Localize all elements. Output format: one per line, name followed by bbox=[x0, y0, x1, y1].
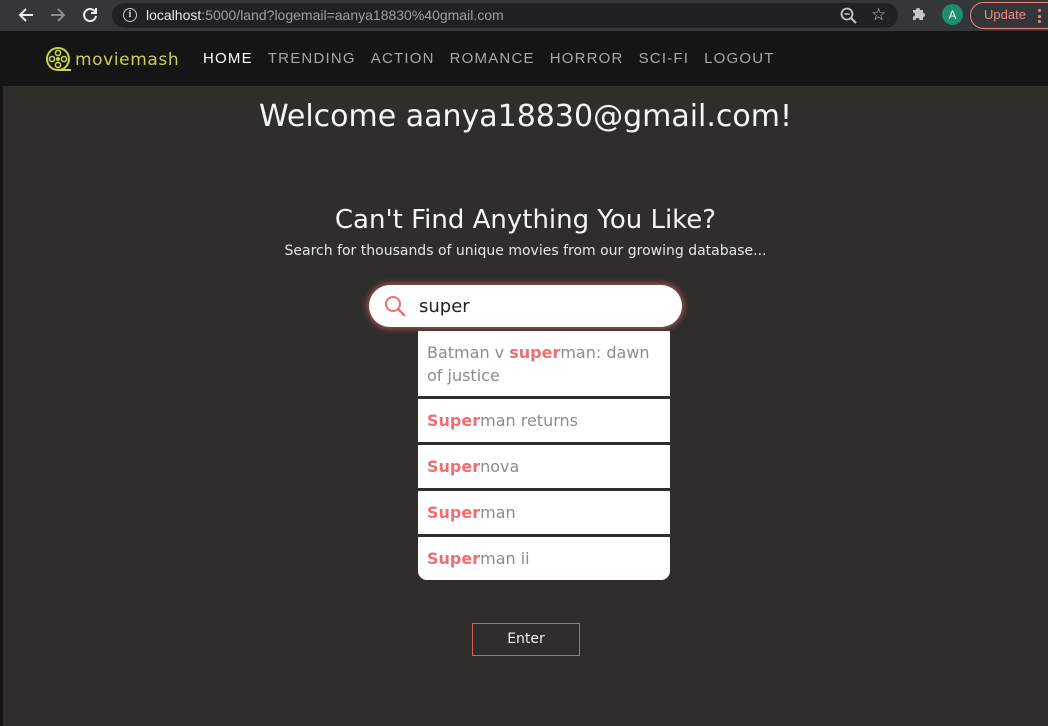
address-bar[interactable]: i localhost:5000/land?logemail=aanya1883… bbox=[112, 3, 898, 28]
welcome-heading: Welcome aanya18830@gmail.com! bbox=[258, 99, 793, 134]
suggestion-item[interactable]: Superman bbox=[418, 491, 670, 537]
search-subheading: Search for thousands of unique movies fr… bbox=[284, 243, 767, 259]
nav-trending[interactable]: TRENDING bbox=[268, 50, 356, 67]
main-menu: HOME TRENDING ACTION ROMANCE HORROR SCI-… bbox=[203, 50, 790, 67]
search-icon bbox=[385, 296, 406, 317]
nav-horror[interactable]: HORROR bbox=[550, 50, 624, 67]
forward-arrow-icon[interactable] bbox=[46, 4, 70, 26]
match-highlight: Super bbox=[427, 549, 481, 568]
suggestion-item[interactable]: Supernova bbox=[418, 445, 670, 491]
match-highlight: Super bbox=[427, 457, 481, 476]
nav-logout[interactable]: LOGOUT bbox=[704, 50, 775, 67]
site-navbar: moviemash HOME TRENDING ACTION ROMANCE H… bbox=[3, 31, 1048, 86]
suggestion-item[interactable]: Superman ii bbox=[418, 537, 670, 580]
back-arrow-icon[interactable] bbox=[14, 4, 38, 26]
suggestion-item[interactable]: Superman returns bbox=[418, 399, 670, 445]
suggestion-item[interactable]: Batman v superman: dawn of justice bbox=[418, 331, 670, 399]
search-box[interactable] bbox=[369, 285, 682, 327]
nav-action[interactable]: ACTION bbox=[371, 50, 435, 67]
search-input[interactable] bbox=[419, 293, 669, 319]
match-highlight: Super bbox=[427, 411, 481, 430]
autocomplete-list: Batman v superman: dawn of justice Super… bbox=[418, 331, 670, 580]
bookmark-star-icon[interactable]: ☆ bbox=[871, 4, 886, 26]
site-logo[interactable]: moviemash bbox=[45, 46, 179, 74]
enter-button[interactable]: Enter bbox=[472, 623, 580, 656]
reload-icon[interactable] bbox=[78, 4, 102, 26]
match-highlight: super bbox=[509, 343, 561, 362]
address-url[interactable]: localhost:5000/land?logemail=aanya18830%… bbox=[146, 7, 504, 23]
nav-home[interactable]: HOME bbox=[203, 50, 253, 67]
browser-toolbar: i localhost:5000/land?logemail=aanya1883… bbox=[0, 0, 1048, 31]
site-info-icon[interactable]: i bbox=[123, 8, 137, 22]
match-highlight: Super bbox=[427, 503, 481, 522]
logo-text: moviemash bbox=[75, 50, 180, 70]
nav-sci-fi[interactable]: SCI-FI bbox=[639, 50, 690, 67]
profile-avatar[interactable]: A bbox=[942, 4, 963, 25]
film-reel-icon bbox=[46, 47, 71, 71]
zoom-icon[interactable] bbox=[839, 6, 859, 26]
extensions-puzzle-icon[interactable] bbox=[908, 5, 930, 25]
page-content: moviemash HOME TRENDING ACTION ROMANCE H… bbox=[3, 31, 1048, 726]
nav-romance[interactable]: ROMANCE bbox=[450, 50, 535, 67]
search-heading: Can't Find Anything You Like? bbox=[334, 205, 717, 235]
kebab-menu-icon[interactable] bbox=[1038, 9, 1042, 23]
browser-update-button[interactable]: Update bbox=[970, 2, 1048, 29]
